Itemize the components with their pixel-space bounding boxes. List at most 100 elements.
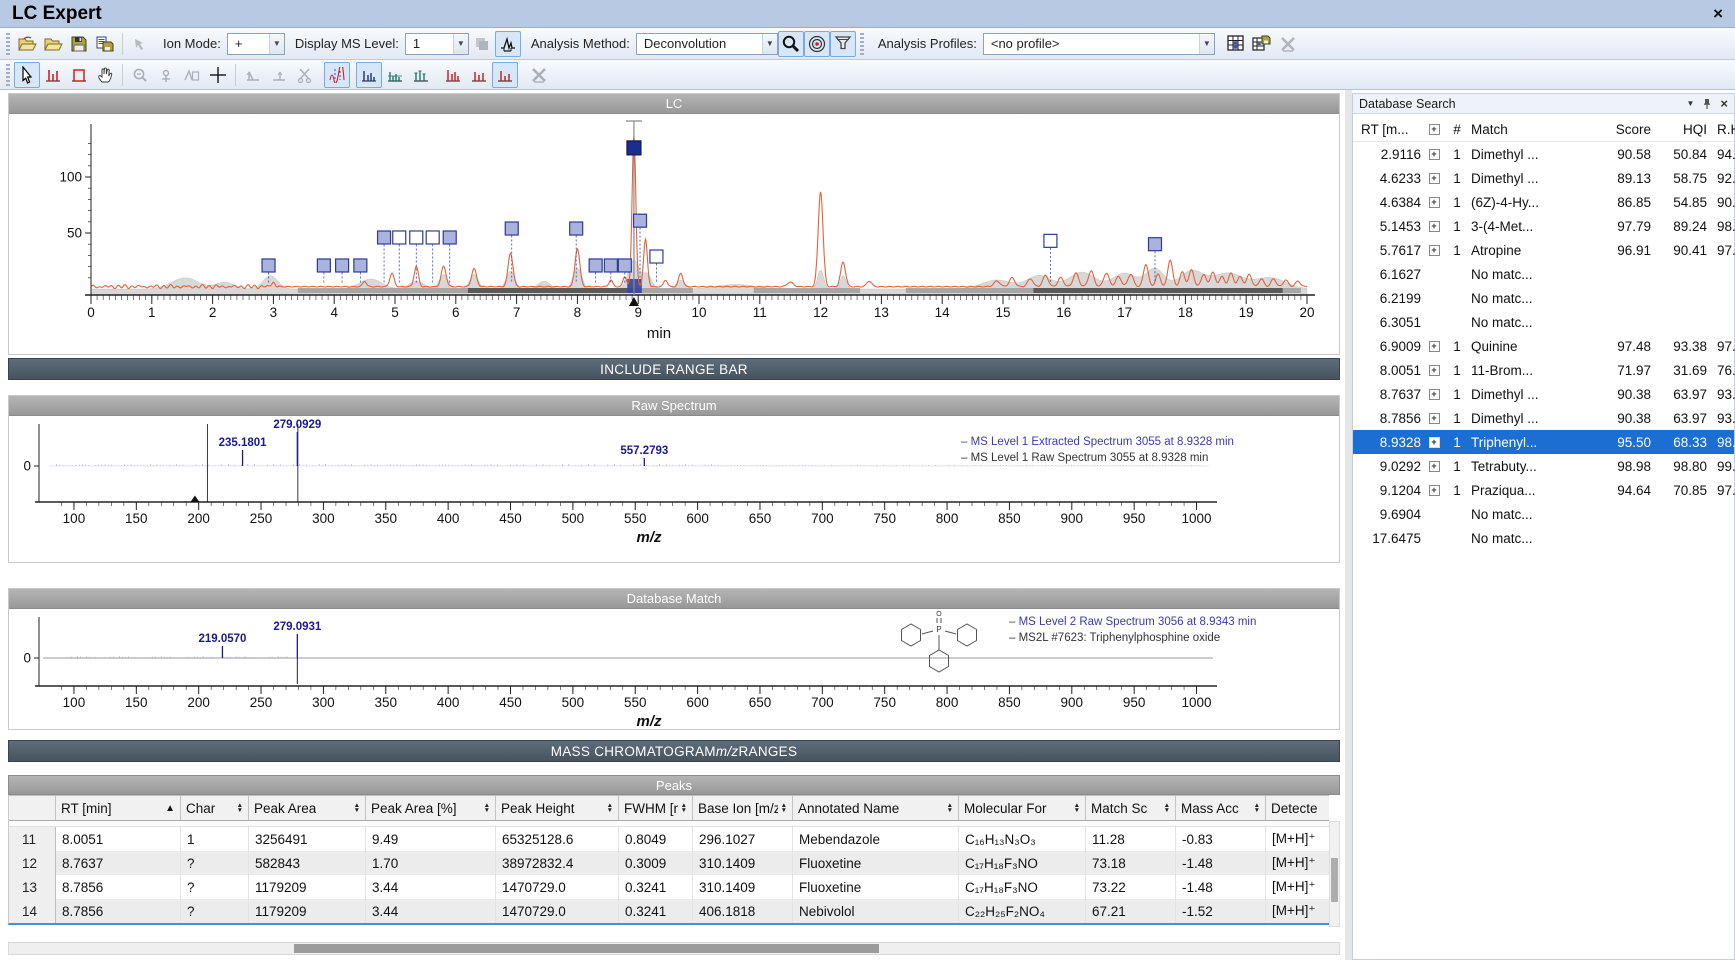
peaks-hscroll-thumb[interactable] — [294, 944, 879, 953]
peak-region-button[interactable] — [66, 62, 92, 88]
close-icon[interactable]: × — [1713, 5, 1723, 22]
move-point-button-disabled[interactable] — [153, 62, 179, 88]
peak-annotate-button-disabled[interactable] — [179, 62, 205, 88]
peaks-table-row-12[interactable]: 128.7637?5828431.7038972832.40.3009310.1… — [9, 851, 1329, 875]
export-table-button[interactable] — [1249, 31, 1275, 57]
expand-row-icon[interactable]: + — [1429, 461, 1440, 472]
lc-panel-header[interactable]: LC — [9, 94, 1339, 114]
peaks-table-row-11[interactable]: 118.0051132564919.4965325128.60.8049296.… — [9, 827, 1329, 851]
peaks-column-header-3[interactable]: Peak Area▲▼ — [249, 796, 366, 820]
pin-icon[interactable] — [1702, 98, 1712, 110]
toolbar-grip[interactable] — [6, 33, 10, 55]
peaks-table-row-13[interactable]: 138.7856?11792093.441470729.00.3241310.1… — [9, 875, 1329, 899]
db-search-row-4.6233[interactable]: 4.6233+1Dimethyl ...89.1358.7592. — [1353, 166, 1734, 190]
panel-splitter[interactable] — [1345, 90, 1352, 960]
chromatogram-view-button[interactable] — [495, 31, 521, 57]
peaks-column-header-4[interactable]: Peak Area [%]▲▼ — [366, 796, 496, 820]
peaks-column-header-7[interactable]: Base Ion [m/z]▲▼ — [693, 796, 793, 820]
db-search-row-6.2199[interactable]: 6.2199No matc... — [1353, 286, 1734, 310]
db-search-column-header-RT [m...[interactable]: RT [m... — [1353, 122, 1423, 137]
ms-level-dropdown[interactable]: 1 ▼ — [405, 33, 469, 55]
peaks-column-header-11[interactable]: Mass Acc▲▼ — [1176, 796, 1266, 820]
peak-integrate-button[interactable] — [40, 62, 66, 88]
expand-row-icon[interactable]: + — [1429, 437, 1440, 448]
target-button[interactable] — [804, 31, 830, 57]
expand-row-icon[interactable]: + — [1429, 221, 1440, 232]
db-search-row-9.6904[interactable]: 9.6904No matc... — [1353, 502, 1734, 526]
open-folder-button[interactable] — [40, 31, 66, 57]
pan-button[interactable] — [92, 62, 118, 88]
baseline-end-button-disabled[interactable] — [266, 62, 292, 88]
peaks-horizontal-scrollbar[interactable] — [8, 942, 1340, 955]
analysis-profiles-dropdown[interactable]: <no profile> ▼ — [983, 33, 1215, 55]
expand-row-icon[interactable]: + — [1429, 245, 1440, 256]
db-search-row-6.1627[interactable]: 6.1627No matc... — [1353, 262, 1734, 286]
peaks-vscroll-thumb[interactable] — [1331, 858, 1338, 902]
peaks-column-header-12[interactable]: Detecte▲▼ — [1266, 796, 1329, 820]
db-search-column-header-#[interactable]: # — [1445, 122, 1469, 137]
database-match-chart[interactable]: 219.0570279.0931010015020025030035040045… — [9, 609, 1339, 729]
crosshair-button[interactable] — [205, 62, 231, 88]
apply-button-disabled[interactable] — [127, 31, 153, 57]
db-search-column-header-Match[interactable]: Match — [1469, 122, 1591, 137]
analysis-method-dropdown[interactable]: Deconvolution ▼ — [636, 33, 778, 55]
expand-row-icon[interactable]: + — [1429, 365, 1440, 376]
db-search-column-header-expand[interactable]: + — [1423, 124, 1445, 135]
database-search-titlebar[interactable]: Database Search ▼ × — [1353, 94, 1734, 114]
expand-row-icon[interactable]: + — [1429, 149, 1440, 160]
close-panel-icon[interactable]: × — [1720, 96, 1728, 111]
db-search-row-8.9328[interactable]: 8.9328+1Triphenyl...95.5068.3398. — [1353, 430, 1734, 454]
peaks-vertical-scrollbar[interactable] — [1329, 821, 1340, 927]
database-match-header[interactable]: Database Match — [9, 589, 1339, 609]
raw-spectrum-chart[interactable]: 235.1801279.0929557.27930100150200250300… — [9, 416, 1339, 562]
peaks-column-header-8[interactable]: Annotated Name▲▼ — [793, 796, 959, 820]
baseline-start-button-disabled[interactable] — [240, 62, 266, 88]
db-search-column-header-HQI[interactable]: HQI — [1653, 122, 1709, 137]
toolbar-grip[interactable] — [860, 33, 864, 55]
db-search-row-9.0292[interactable]: 9.0292+1Tetrabuty...98.9898.8099. — [1353, 454, 1734, 478]
db-search-row-8.7856[interactable]: 8.7856+1Dimethyl ...90.3863.9793. — [1353, 406, 1734, 430]
results-table-button[interactable] — [1223, 31, 1249, 57]
red-trace-b-button[interactable] — [466, 62, 492, 88]
peaks-column-header-0[interactable] — [9, 796, 56, 820]
lc-chromatogram-chart[interactable]: 5010001234567891011121314151617181920min — [9, 114, 1339, 354]
save-button[interactable] — [66, 31, 92, 57]
db-search-row-4.6384[interactable]: 4.6384+1(6Z)-4-Hy...86.8554.8590. — [1353, 190, 1734, 214]
db-search-row-6.9009[interactable]: 6.9009+1Quinine97.4893.3897. — [1353, 334, 1734, 358]
expand-row-icon[interactable]: + — [1429, 389, 1440, 400]
db-search-column-header-R.H[interactable]: R.H — [1709, 122, 1735, 137]
search-button[interactable] — [778, 31, 804, 57]
expand-row-icon[interactable]: + — [1429, 413, 1440, 424]
peaks-column-header-10[interactable]: Match Sc▲▼ — [1086, 796, 1176, 820]
peaks-column-header-2[interactable]: Char▲▼ — [181, 796, 249, 820]
db-search-row-5.7617[interactable]: 5.7617+1Atropine96.9190.4197. — [1353, 238, 1734, 262]
save-report-button[interactable] — [92, 31, 118, 57]
expand-row-icon[interactable]: + — [1429, 485, 1440, 496]
cut-button-disabled[interactable] — [292, 62, 318, 88]
stick-spectrum-button[interactable] — [356, 62, 382, 88]
zoom-out-button-disabled[interactable] — [127, 62, 153, 88]
filter-button[interactable] — [830, 31, 856, 57]
red-trace-c-button[interactable] — [492, 62, 518, 88]
db-search-row-9.1204[interactable]: 9.1204+1Praziqua...94.6470.8597. — [1353, 478, 1734, 502]
db-search-row-6.3051[interactable]: 6.3051No matc... — [1353, 310, 1734, 334]
ion-mode-dropdown[interactable]: + ▼ — [227, 33, 285, 55]
toolbar-grip[interactable] — [6, 64, 10, 86]
mass-chromatogram-bar[interactable]: MASS CHROMATOGRAM m/z RANGES — [8, 740, 1340, 762]
peaks-column-header-5[interactable]: Peak Height▲▼ — [496, 796, 619, 820]
db-search-row-8.7637[interactable]: 8.7637+1Dimethyl ...90.3863.9793. — [1353, 382, 1734, 406]
copy-button-disabled[interactable] — [469, 31, 495, 57]
select-cursor-button[interactable] — [14, 62, 40, 88]
expand-all-icon[interactable]: + — [1429, 124, 1440, 135]
expand-row-icon[interactable]: + — [1429, 197, 1440, 208]
profile-spectrum-button[interactable] — [382, 62, 408, 88]
overlay-spectra-button[interactable] — [324, 62, 350, 88]
peaks-column-header-1[interactable]: RT [min]▲ — [56, 796, 181, 820]
include-range-bar[interactable]: INCLUDE RANGE BAR — [8, 358, 1340, 380]
delete-trace-button-disabled[interactable] — [526, 62, 552, 88]
db-search-row-2.9116[interactable]: 2.9116+1Dimethyl ...90.5850.8494. — [1353, 142, 1734, 166]
centroid-spectrum-button[interactable] — [408, 62, 434, 88]
peaks-panel-header[interactable]: Peaks — [8, 775, 1340, 795]
red-trace-a-button[interactable] — [440, 62, 466, 88]
db-search-row-5.1453[interactable]: 5.1453+13-(4-Met...97.7989.2498. — [1353, 214, 1734, 238]
